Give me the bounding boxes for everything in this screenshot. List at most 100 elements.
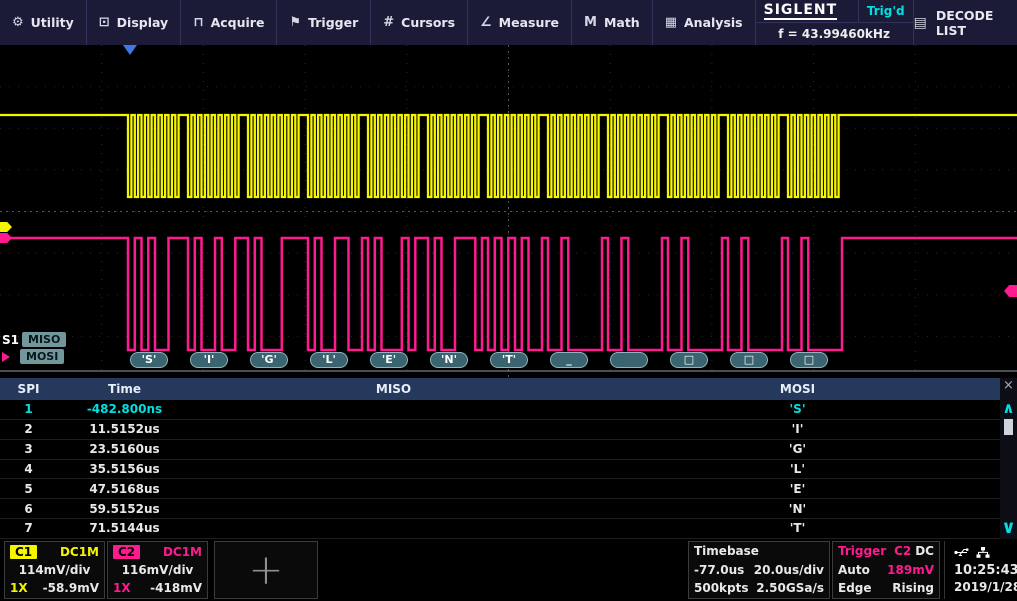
menu-item-utility[interactable]: ⚙ Utility [0, 0, 87, 45]
oscilloscope-screen: ⚙ Utility ⊡ Display ⊓ Acquire ⚑ Trigger … [0, 0, 1017, 601]
menu-item-label: Trigger [308, 15, 358, 30]
trigger-title: Trigger [838, 545, 886, 558]
menu-item-label: Display [117, 15, 169, 30]
table-cell: 59.5152us [57, 502, 192, 516]
table-cell: 'T' [595, 521, 1000, 535]
graticule-and-traces [0, 45, 1017, 378]
display-icon: ⊡ [99, 16, 110, 29]
timebase-points: 500kpts [694, 582, 749, 595]
c1-coupling: DC1M [60, 546, 99, 559]
decode-bubble: □ [730, 352, 768, 368]
menu-item-label: Measure [499, 15, 559, 30]
scrollbar-thumb[interactable] [1004, 419, 1013, 435]
table-cell: 4 [0, 462, 57, 476]
menu-item-cursors[interactable]: # Cursors [371, 0, 468, 45]
menu-item-analysis[interactable]: ▦ Analysis [653, 0, 756, 45]
menu-item-label: Math [604, 15, 640, 30]
trigger-box[interactable]: Trigger C2 DC Auto 189mV Edge Rising [832, 541, 940, 599]
table-cell: -482.800ns [57, 402, 192, 416]
column-header-mosi: MOSI [595, 382, 1000, 396]
menu-item-label: Utility [31, 15, 74, 30]
table-row[interactable]: 659.5152us 'N' [0, 499, 1000, 519]
add-channel-button[interactable]: + [214, 541, 318, 599]
mosi-marker-icon [2, 352, 10, 362]
table-row[interactable]: 547.5168us'E' [0, 479, 1000, 499]
scroll-up-icon[interactable]: ∧ [1002, 401, 1014, 416]
table-cell: 3 [0, 442, 57, 456]
c2-badge: C2 [113, 545, 140, 559]
menu-item-trigger[interactable]: ⚑ Trigger [277, 0, 371, 45]
decode-bubble [610, 352, 648, 368]
siglent-logo: SIGLENT [764, 2, 838, 20]
table-cell: 2 [0, 422, 57, 436]
c2-attenuation: 1X [113, 582, 131, 595]
measure-icon: ∠ [480, 16, 492, 29]
brand-block: SIGLENT Trig'd f = 43.99460kHz [756, 0, 914, 45]
waveform-display[interactable]: S1 MISO MOSI 'S''I''G''L''E''N''T'_□□□ [0, 45, 1017, 378]
clock-box: 10:25:43 2019/1/28 [944, 541, 1016, 599]
menu-item-label: Acquire [211, 15, 265, 30]
decode-bubble: □ [790, 352, 828, 368]
math-icon: M [584, 16, 597, 29]
decode-list-button[interactable]: ▤ DECODE LIST [914, 0, 1017, 45]
table-row[interactable]: 323.5160us 'G' [0, 440, 1000, 460]
menu-item-acquire[interactable]: ⊓ Acquire [181, 0, 277, 45]
decode-bubble: 'T' [490, 352, 528, 368]
acquire-icon: ⊓ [193, 16, 203, 29]
decode-bubble: 'E' [370, 352, 408, 368]
menu-item-measure[interactable]: ∠ Measure [468, 0, 572, 45]
lan-icon [976, 547, 990, 561]
timebase-scale: 20.0us/div [754, 564, 824, 577]
c1-scale: 114mV/div [19, 564, 91, 577]
table-cell: 23.5160us [57, 442, 192, 456]
channel1-box[interactable]: C1 DC1M 114mV/div 1X -58.9mV [4, 541, 105, 599]
mosi-label[interactable]: MOSI [20, 349, 64, 364]
c2-scale: 116mV/div [122, 564, 194, 577]
table-cell: 11.5152us [57, 422, 192, 436]
timebase-box[interactable]: Timebase -77.0us 20.0us/div 500kpts 2.50… [688, 541, 830, 599]
trigger-coupling: DC [915, 545, 934, 558]
column-header-miso: MISO [192, 382, 595, 396]
trigger-type: Edge [838, 582, 872, 595]
trigger-source: C2 [894, 545, 911, 558]
menu-item-display[interactable]: ⊡ Display [87, 0, 181, 45]
trigger-level: 189mV [887, 564, 934, 577]
table-cell: 'E' [595, 482, 1000, 496]
gear-icon: ⚙ [12, 16, 24, 29]
plus-icon: + [248, 550, 283, 590]
trigger-mode: Auto [838, 564, 870, 577]
status-bar: C1 DC1M 114mV/div 1X -58.9mV C2 DC1M 116… [0, 539, 1017, 601]
table-row[interactable]: 211.5152us'I' [0, 420, 1000, 440]
table-row[interactable]: 771.5144us'T' [0, 519, 1000, 539]
table-cell: 5 [0, 482, 57, 496]
table-cell: 'N' [595, 502, 1000, 516]
channel2-box[interactable]: C2 DC1M 116mV/div 1X -418mV [107, 541, 208, 599]
table-cell: 'G' [595, 442, 1000, 456]
decode-bus-label: S1 [2, 333, 19, 347]
c1-attenuation: 1X [10, 582, 28, 595]
decode-bubble: □ [670, 352, 708, 368]
cursors-icon: # [383, 16, 394, 29]
table-row[interactable]: 1-482.800ns'S' [0, 400, 1000, 420]
timebase-title: Timebase [694, 545, 759, 558]
decode-bubble: 'N' [430, 352, 468, 368]
table-row[interactable]: 435.5156us'L' [0, 460, 1000, 480]
decode-mosi-row: MOSI [0, 349, 64, 364]
table-cell: 6 [0, 502, 57, 516]
decode-bubble: 'S' [130, 352, 168, 368]
menu-item-math[interactable]: M Math [572, 0, 653, 45]
clock-date: 2019/1/28 [954, 580, 1011, 594]
table-cell: 71.5144us [57, 521, 192, 535]
miso-label[interactable]: MISO [22, 332, 66, 347]
scroll-down-icon[interactable]: ∨ [1001, 519, 1016, 537]
decode-miso-row: S1 MISO [0, 332, 66, 347]
menu-bar: ⚙ Utility ⊡ Display ⊓ Acquire ⚑ Trigger … [0, 0, 1017, 45]
close-icon[interactable]: × [1003, 378, 1014, 395]
menu-item-label: Cursors [401, 15, 455, 30]
column-header-spi: SPI [0, 382, 57, 396]
trigger-frequency: f = 43.99460kHz [756, 23, 913, 45]
spi-decode-table: SPI Time MISO MOSI 1-482.800ns'S'211.515… [0, 378, 1017, 539]
trigger-position-marker[interactable] [123, 45, 137, 55]
table-cell: 1 [0, 402, 57, 416]
timebase-samplerate: 2.50GSa/s [756, 582, 824, 595]
